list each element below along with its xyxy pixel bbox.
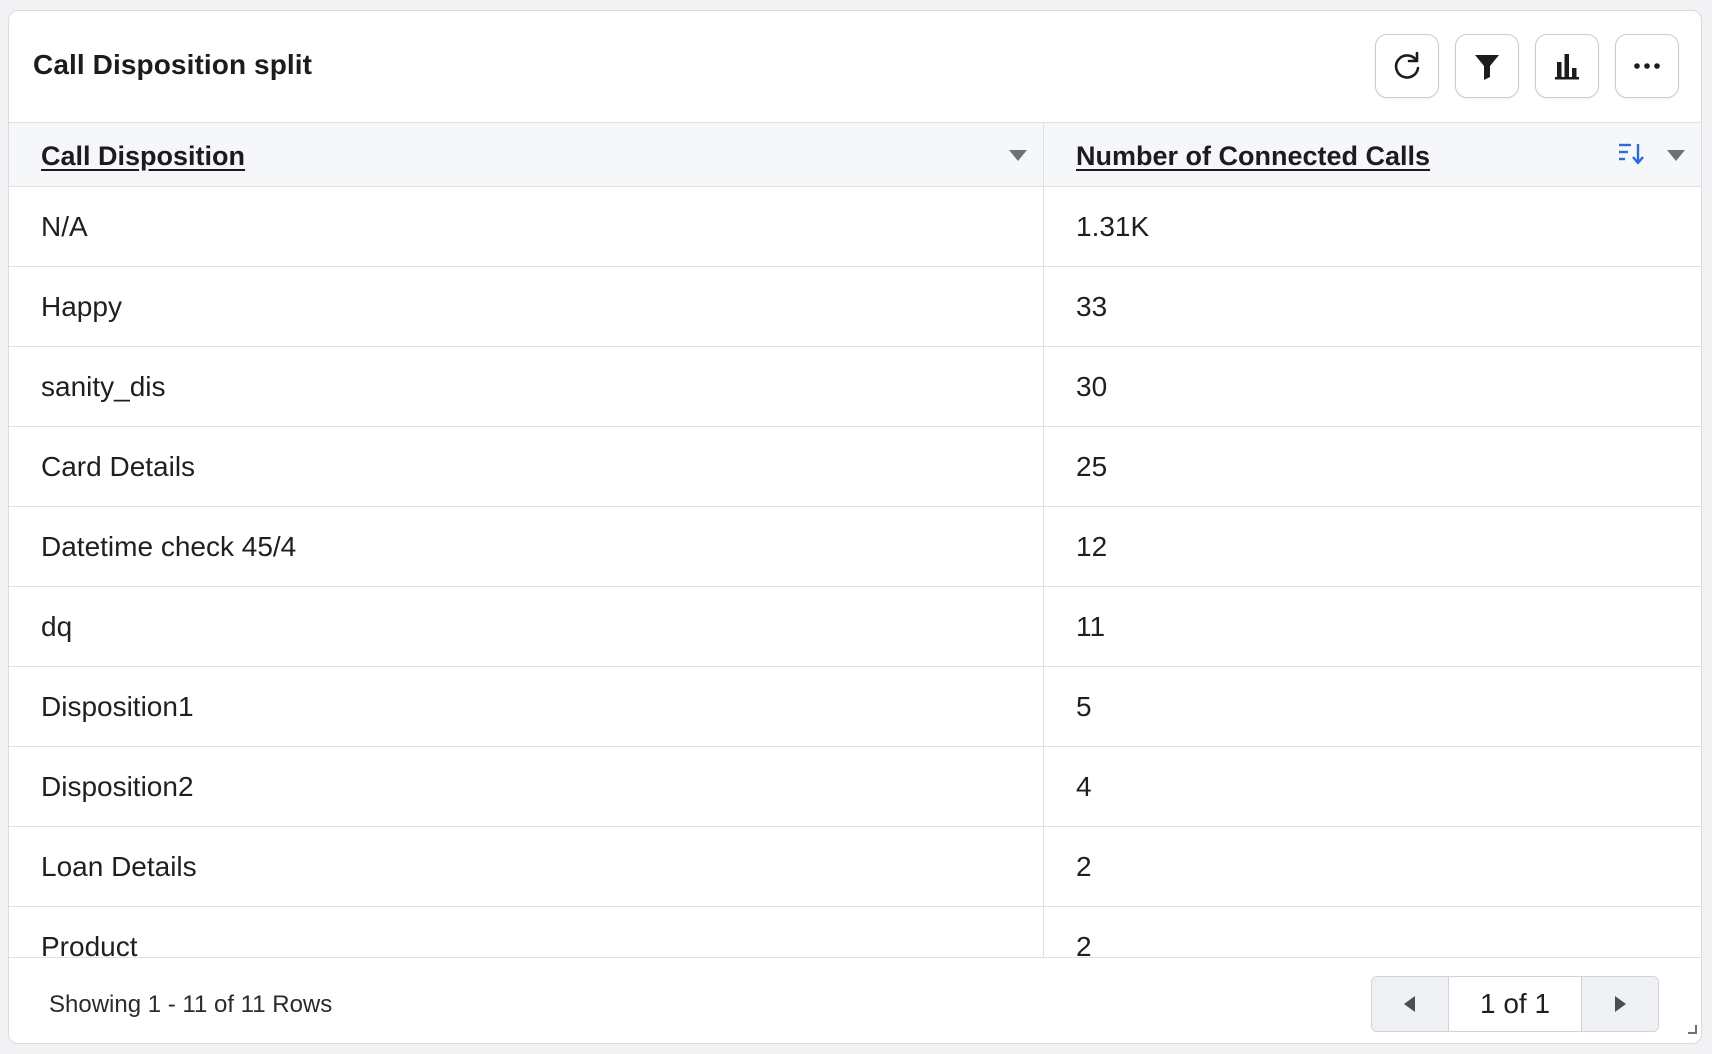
more-options-button[interactable] bbox=[1615, 34, 1679, 98]
table-footer: Showing 1 - 11 of 11 Rows 1 of 1 bbox=[9, 957, 1701, 1043]
cell-call-disposition: Happy bbox=[9, 267, 1044, 346]
cell-text: 1.31K bbox=[1076, 211, 1150, 242]
chevron-left-icon bbox=[1404, 996, 1415, 1012]
next-page-button[interactable] bbox=[1582, 977, 1658, 1031]
table-row[interactable]: Disposition1 5 bbox=[9, 667, 1701, 747]
cell-call-disposition: Datetime check 45/4 bbox=[9, 507, 1044, 586]
page-indicator: 1 of 1 bbox=[1448, 977, 1582, 1031]
cell-call-disposition: Loan Details bbox=[9, 827, 1044, 906]
cell-text: 2 bbox=[1076, 931, 1092, 959]
cell-call-disposition: dq bbox=[9, 587, 1044, 666]
cell-call-disposition: Disposition1 bbox=[9, 667, 1044, 746]
pagination: 1 of 1 bbox=[1371, 976, 1659, 1032]
cell-text: 25 bbox=[1076, 451, 1108, 482]
data-table: Call Disposition Number of Connected Cal… bbox=[9, 123, 1701, 959]
cell-connected-calls: 2 bbox=[1044, 907, 1701, 959]
column-header-label[interactable]: Number of Connected Calls bbox=[1076, 141, 1430, 172]
cell-text: N/A bbox=[41, 211, 88, 242]
widget-actions bbox=[1375, 34, 1679, 98]
cell-call-disposition: Card Details bbox=[9, 427, 1044, 506]
filter-icon bbox=[1475, 55, 1499, 80]
table-row[interactable]: sanity_dis 30 bbox=[9, 347, 1701, 427]
column-menu-caret-icon[interactable] bbox=[1009, 150, 1027, 161]
cell-text: Card Details bbox=[41, 451, 196, 482]
column-header-call-disposition[interactable]: Call Disposition bbox=[9, 123, 1044, 186]
cell-text: 11 bbox=[1076, 611, 1106, 642]
cell-text: Product bbox=[41, 931, 138, 959]
column-header-connected-calls[interactable]: Number of Connected Calls bbox=[1044, 123, 1701, 186]
resize-handle-icon[interactable] bbox=[1685, 1021, 1697, 1039]
more-horizontal-icon bbox=[1634, 63, 1660, 69]
cell-call-disposition: sanity_dis bbox=[9, 347, 1044, 426]
cell-call-disposition: Product bbox=[9, 907, 1044, 959]
cell-text: Datetime check 45/4 bbox=[41, 531, 297, 562]
cell-connected-calls: 2 bbox=[1044, 827, 1701, 906]
table-row[interactable]: N/A 1.31K bbox=[9, 187, 1701, 267]
chart-view-button[interactable] bbox=[1535, 34, 1599, 98]
cell-connected-calls: 4 bbox=[1044, 747, 1701, 826]
previous-page-button[interactable] bbox=[1372, 977, 1448, 1031]
cell-connected-calls: 30 bbox=[1044, 347, 1701, 426]
refresh-button[interactable] bbox=[1375, 34, 1439, 98]
table-row[interactable]: Loan Details 2 bbox=[9, 827, 1701, 907]
cell-connected-calls: 5 bbox=[1044, 667, 1701, 746]
table-header: Call Disposition Number of Connected Cal… bbox=[9, 123, 1701, 187]
cell-text: Happy bbox=[41, 291, 122, 322]
table-row[interactable]: Product 2 bbox=[9, 907, 1701, 959]
cell-text: sanity_dis bbox=[41, 371, 166, 402]
cell-text: dq bbox=[41, 611, 73, 642]
table-body: N/A 1.31K Happy 33 sanity_dis 30 Card Details 2… bbox=[9, 187, 1701, 959]
row-count-status: Showing 1 - 11 of 11 Rows bbox=[49, 991, 333, 1018]
table-row[interactable]: dq 11 bbox=[9, 587, 1701, 667]
cell-text: Disposition2 bbox=[41, 771, 194, 802]
cell-connected-calls: 11 bbox=[1044, 587, 1701, 666]
cell-text: Loan Details bbox=[41, 851, 197, 882]
cell-text: 4 bbox=[1076, 771, 1092, 802]
cell-text: 33 bbox=[1076, 291, 1108, 322]
cell-connected-calls: 1.31K bbox=[1044, 187, 1701, 266]
column-header-label[interactable]: Call Disposition bbox=[41, 141, 245, 172]
table-row[interactable]: Datetime check 45/4 12 bbox=[9, 507, 1701, 587]
cell-text: 30 bbox=[1076, 371, 1108, 402]
cell-connected-calls: 33 bbox=[1044, 267, 1701, 346]
bar-chart-icon bbox=[1555, 54, 1579, 80]
cell-connected-calls: 12 bbox=[1044, 507, 1701, 586]
table-row[interactable]: Disposition2 4 bbox=[9, 747, 1701, 827]
sort-descending-icon[interactable] bbox=[1617, 141, 1645, 172]
table-row[interactable]: Happy 33 bbox=[9, 267, 1701, 347]
cell-text: 12 bbox=[1076, 531, 1108, 562]
column-menu-caret-icon[interactable] bbox=[1667, 150, 1685, 161]
widget-header: Call Disposition split bbox=[9, 11, 1701, 123]
cell-connected-calls: 25 bbox=[1044, 427, 1701, 506]
cell-call-disposition: N/A bbox=[9, 187, 1044, 266]
chevron-right-icon bbox=[1615, 996, 1626, 1012]
cell-text: 2 bbox=[1076, 851, 1092, 882]
cell-text: Disposition1 bbox=[41, 691, 194, 722]
call-disposition-widget: Call Disposition split Call Disposition … bbox=[8, 10, 1702, 1044]
filter-button[interactable] bbox=[1455, 34, 1519, 98]
refresh-icon bbox=[1394, 51, 1420, 79]
table-row[interactable]: Card Details 25 bbox=[9, 427, 1701, 507]
cell-text: 5 bbox=[1076, 691, 1092, 722]
cell-call-disposition: Disposition2 bbox=[9, 747, 1044, 826]
widget-title: Call Disposition split bbox=[33, 49, 313, 80]
